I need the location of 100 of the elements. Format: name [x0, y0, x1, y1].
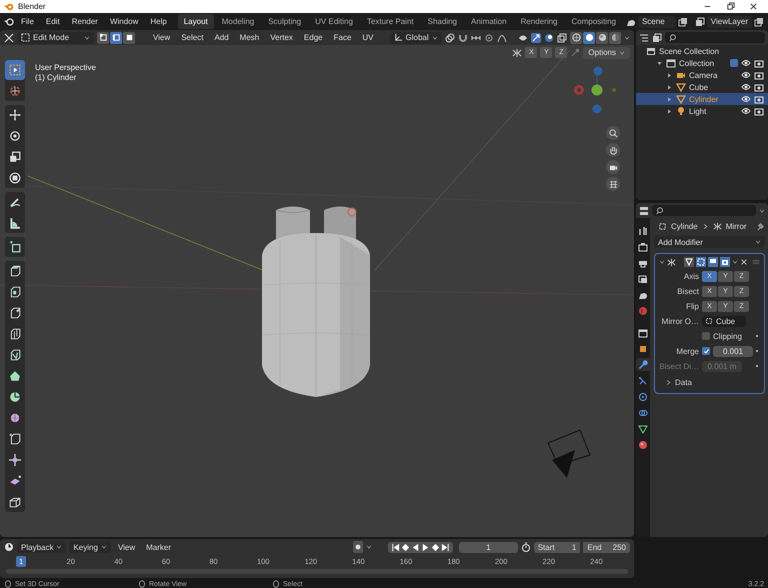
menu-item[interactable]: View: [114, 542, 140, 552]
spin-icon: [9, 391, 21, 403]
menu-item[interactable]: Window: [104, 15, 144, 28]
collection-icon: [646, 46, 656, 56]
outliner-row[interactable]: Cube: [636, 81, 768, 93]
workspace-tab[interactable]: Animation: [465, 14, 513, 29]
mouse-icon: [138, 580, 146, 588]
start-frame-field[interactable]: Start 1: [534, 542, 580, 552]
menu-item[interactable]: UV: [358, 33, 378, 42]
menu-item[interactable]: View: [149, 33, 174, 42]
workspace-tab[interactable]: Compositing: [566, 14, 622, 29]
menu-item[interactable]: Help: [145, 15, 172, 28]
close-icon: [749, 2, 758, 11]
chevron-icon: [665, 379, 672, 386]
shrink-icon: [9, 454, 21, 466]
menu-item[interactable]: Edge: [300, 33, 327, 42]
add-modifier-dropdown[interactable]: Add Modifier: [654, 236, 765, 248]
workspace-tab[interactable]: Modeling: [216, 14, 260, 29]
shading-button[interactable]: [570, 32, 582, 44]
properties-tab[interactable]: [636, 240, 650, 253]
disclosure-triangle-icon[interactable]: [656, 60, 663, 66]
menu-item[interactable]: File: [16, 15, 39, 28]
jump-start-icon: [391, 542, 400, 552]
workspace-tab[interactable]: UV Editing: [309, 14, 359, 29]
field-label: Bisect Di…: [659, 362, 699, 370]
grid-icon: [608, 180, 618, 188]
search-field[interactable]: [665, 32, 765, 43]
mouse-icon: [4, 580, 12, 588]
prev-keyframe-icon: [401, 542, 410, 552]
outliner-row[interactable]: Camera: [636, 69, 768, 81]
menu-item[interactable]: Select: [177, 33, 208, 42]
add-cube-icon: [9, 241, 21, 253]
zoom-icon: [608, 128, 618, 138]
properties-tab[interactable]: [636, 358, 650, 371]
view-layer-field[interactable]: ViewLayer: [706, 16, 752, 28]
shading-button[interactable]: [596, 32, 608, 44]
menu-item[interactable]: Mesh: [236, 33, 264, 42]
field-label: Axis: [682, 272, 699, 280]
include-checkbox[interactable]: [730, 59, 738, 67]
workspace-tab[interactable]: Shading: [422, 14, 463, 29]
outliner-row[interactable]: Cylinder: [636, 93, 768, 105]
render-camera-icon: [720, 257, 730, 267]
edit-mode-icon: [21, 33, 30, 42]
current-frame-field[interactable]: 1: [459, 542, 518, 552]
outliner-row[interactable]: Light: [636, 105, 768, 117]
search-icon: [669, 34, 677, 42]
checkbox[interactable]: [702, 332, 710, 340]
workspace-tab[interactable]: Layout: [178, 14, 214, 29]
workspace-tab[interactable]: Rendering: [514, 14, 564, 29]
select-mode-button[interactable]: [97, 32, 109, 44]
zoom-button[interactable]: [606, 126, 620, 140]
snap-magnet-icon: [458, 32, 468, 42]
checkbox[interactable]: [702, 347, 710, 355]
select-mode-button[interactable]: [110, 32, 122, 44]
workspace-tab[interactable]: Texture Paint: [360, 14, 420, 29]
caret-icon: [432, 34, 438, 40]
shading-button[interactable]: [583, 32, 595, 44]
menu-item[interactable]: Edit: [40, 15, 65, 28]
eye-icon: [741, 70, 751, 80]
mode-dropdown[interactable]: Edit Mode: [17, 32, 94, 44]
pan-button[interactable]: [606, 143, 620, 157]
number-field[interactable]: 0.001: [713, 346, 753, 356]
end-frame-field[interactable]: End 250: [583, 542, 630, 552]
record-button[interactable]: [352, 541, 364, 553]
properties-tab[interactable]: [636, 390, 650, 403]
camera-icon: [754, 58, 764, 68]
bulb-icon: [676, 106, 686, 116]
subpanel-header[interactable]: Data: [659, 375, 760, 390]
object-field[interactable]: Cube: [702, 316, 746, 326]
caret-icon: [56, 544, 62, 550]
menu-item[interactable]: Keying: [69, 541, 111, 553]
chevron-icon: [702, 223, 709, 230]
outliner-item-label: Cube: [689, 82, 708, 92]
menu-item[interactable]: Vertex: [266, 33, 297, 42]
record-dot-icon: [354, 543, 362, 551]
outliner-row[interactable]: Collection: [636, 57, 768, 69]
select-mode-button[interactable]: [123, 32, 135, 44]
scene-field[interactable]: Scene: [638, 16, 676, 28]
menu-item[interactable]: Render: [66, 15, 103, 28]
menu-item[interactable]: Marker: [142, 542, 176, 552]
perspective-button[interactable]: [606, 177, 620, 191]
mouse-icon: [272, 580, 280, 588]
menu-item[interactable]: Playback: [17, 541, 66, 553]
search-field[interactable]: [652, 205, 756, 216]
eye-icon: [741, 94, 751, 104]
camera-view-button[interactable]: [606, 160, 620, 174]
menu-item[interactable]: Add: [210, 33, 233, 42]
edge-mode-icon: [112, 33, 120, 42]
shading-button[interactable]: [609, 32, 621, 44]
camera-icon: [676, 70, 686, 80]
orientation-dropdown[interactable]: Global: [390, 32, 442, 44]
menu-item[interactable]: Face: [330, 33, 356, 42]
workspace-tab[interactable]: Sculpting: [262, 14, 308, 29]
image-icon: [638, 274, 648, 284]
tool-button[interactable]: [5, 237, 25, 257]
mesh-object-icon: [658, 222, 667, 231]
properties-tab[interactable]: [636, 438, 650, 451]
mirror-icon: [712, 222, 722, 231]
display-mode-icon: [652, 32, 662, 42]
options-dropdown[interactable]: Options: [583, 46, 630, 58]
